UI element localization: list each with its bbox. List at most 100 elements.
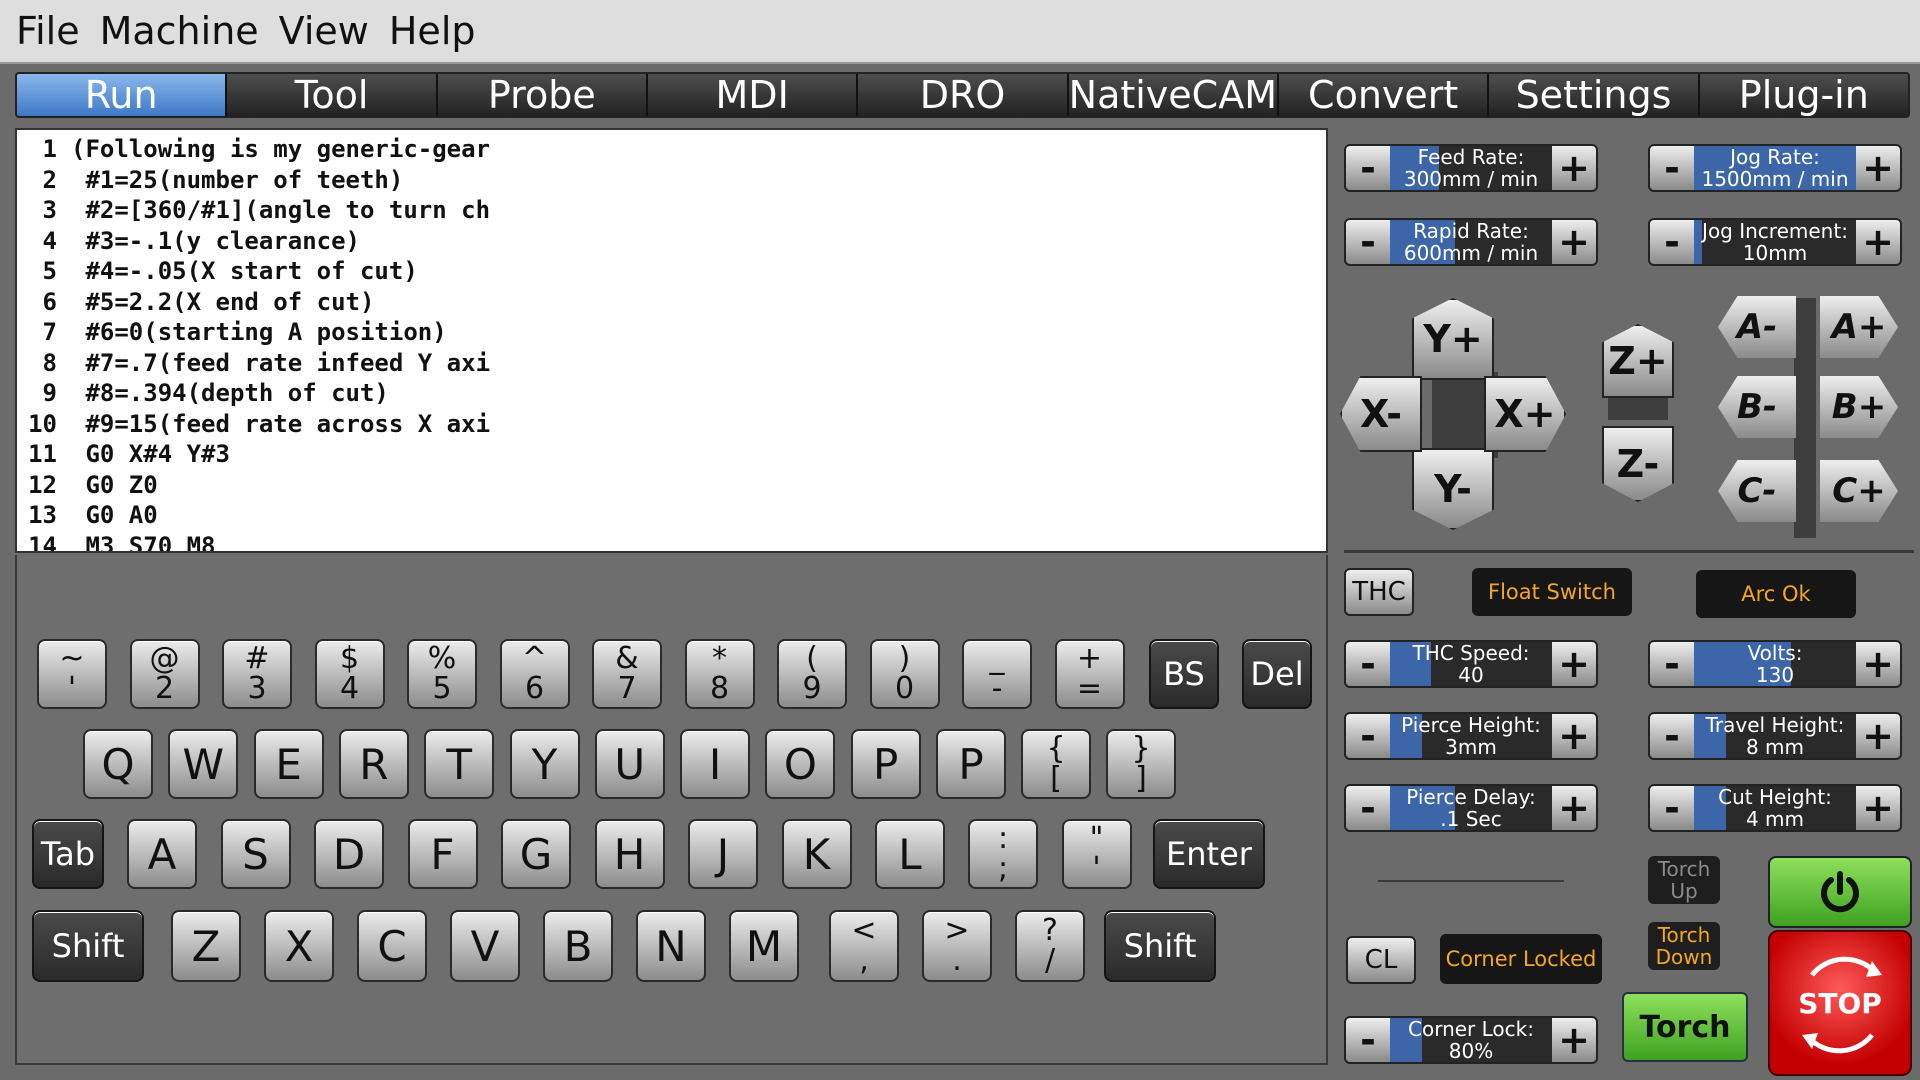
key-number[interactable]: ^ 6 [499,639,570,709]
tab-key[interactable]: Tab [32,819,104,889]
key-letter[interactable]: L [875,819,945,889]
key-letter[interactable]: C [357,910,427,982]
feed-rate-slider[interactable]: Feed Rate: 300mm / min [1390,146,1552,190]
key-letter[interactable]: G [501,819,571,889]
key-letter[interactable]: J [688,819,758,889]
jog-c-plus-button[interactable]: C+ [1820,460,1898,522]
tab-dro[interactable]: DRO [858,74,1069,116]
key-punctuation[interactable]: >. [922,910,992,982]
key-punctuation[interactable]: :; [968,819,1038,889]
jog-rate-plus-button[interactable]: + [1856,146,1900,190]
stop-button[interactable]: STOP [1768,930,1912,1076]
gcode-line[interactable]: 5 #4=-.05(X start of cut) [17,256,1326,287]
jog-rate-minus-button[interactable]: - [1650,146,1694,190]
key-number[interactable]: + = [1054,639,1125,709]
thc-speed-minus-button[interactable]: - [1346,642,1390,686]
jog-z-plus-button[interactable]: Z+ [1602,324,1674,398]
jog-y-minus-button[interactable]: Y- [1412,448,1494,530]
cut-height-slider[interactable]: Cut Height: 4 mm [1694,786,1856,830]
pierce-delay-plus-button[interactable]: + [1552,786,1596,830]
travel-height-plus-button[interactable]: + [1856,714,1900,758]
key-letter[interactable]: D [314,819,384,889]
volts-slider[interactable]: Volts: 130 [1694,642,1856,686]
jog-c-minus-button[interactable]: C- [1718,460,1796,522]
gcode-line[interactable]: 8 #7=.7(feed rate infeed Y axi [17,348,1326,379]
key-number[interactable]: & 7 [592,639,662,709]
menu-help[interactable]: Help [389,9,476,53]
key-letter[interactable]: I [680,729,751,799]
corner-lock-plus-button[interactable]: + [1552,1018,1596,1062]
key-number[interactable]: % 5 [407,639,477,709]
tab-probe[interactable]: Probe [437,74,648,116]
torch-button[interactable]: Torch [1622,992,1748,1062]
key-letter[interactable]: O [765,729,836,799]
pierce-height-minus-button[interactable]: - [1346,714,1390,758]
gcode-line[interactable]: 1 (Following is my generic-gear [17,134,1326,165]
key-number[interactable]: $4 [314,639,385,709]
pierce-height-slider[interactable]: Pierce Height: 3mm [1390,714,1552,758]
jog-z-minus-button[interactable]: Z- [1602,426,1674,502]
travel-height-minus-button[interactable]: - [1650,714,1694,758]
pierce-delay-slider[interactable]: Pierce Delay: .1 Sec [1390,786,1552,830]
menu-view[interactable]: View [279,9,369,53]
tab-settings[interactable]: Settings [1489,74,1700,116]
key-letter[interactable]: M [729,910,799,982]
key-number[interactable]: (9 [777,639,847,709]
gcode-line[interactable]: 13 G0 A0 [17,500,1326,531]
cut-height-minus-button[interactable]: - [1650,786,1694,830]
jog-a-minus-button[interactable]: A- [1718,296,1796,358]
jog-x-plus-button[interactable]: X+ [1484,376,1566,452]
tab-plugin[interactable]: Plug-in [1699,74,1908,116]
jog-b-minus-button[interactable]: B- [1718,376,1796,438]
tab-tool[interactable]: Tool [227,74,438,116]
key-letter[interactable]: X [264,910,334,982]
key-letter[interactable]: S [220,819,291,889]
gcode-line[interactable]: 4 #3=-.1(y clearance) [17,226,1326,257]
travel-height-slider[interactable]: Travel Height: 8 mm [1694,714,1856,758]
enter-key[interactable]: Enter [1153,819,1265,889]
rapid-rate-plus-button[interactable]: + [1552,220,1596,264]
key-number[interactable]: #3 [222,639,292,709]
key-number[interactable]: _ - [962,639,1032,709]
key-bracket[interactable]: {[ [1021,729,1091,799]
right-shift-key[interactable]: Shift [1104,910,1216,982]
key-letter[interactable]: K [781,819,852,889]
tab-convert[interactable]: Convert [1279,74,1490,116]
volts-plus-button[interactable]: + [1856,642,1900,686]
key-bracket[interactable]: }] [1106,729,1176,799]
key-letter[interactable]: Q [83,729,153,799]
jog-a-plus-button[interactable]: A+ [1820,296,1898,358]
pierce-delay-minus-button[interactable]: - [1346,786,1390,830]
cut-height-plus-button[interactable]: + [1856,786,1900,830]
jog-x-minus-button[interactable]: X- [1340,376,1422,452]
gcode-line[interactable]: 7 #6=0(starting A position) [17,317,1326,348]
key-number[interactable]: ) 0 [869,639,940,709]
key-letter[interactable]: F [407,819,478,889]
gcode-line[interactable]: 12 G0 Z0 [17,470,1326,501]
key-letter[interactable]: T [424,729,495,799]
key-punctuation[interactable]: " ' [1061,819,1132,889]
key-letter[interactable]: P [936,729,1006,799]
power-button[interactable] [1768,856,1912,928]
key-letter[interactable]: P [850,729,921,799]
key-letter[interactable]: R [338,729,409,799]
key-letter[interactable]: Z [171,910,241,982]
tab-run[interactable]: Run [17,74,228,116]
tab-mdi[interactable]: MDI [647,74,859,116]
key-number[interactable]: * 8 [684,639,755,709]
delete-key[interactable]: Del [1242,639,1312,709]
key-number[interactable]: @2 [129,639,200,709]
tab-nativecam[interactable]: NativeCAM [1068,74,1279,116]
menu-file[interactable]: File [16,9,80,53]
key-letter[interactable]: V [450,910,520,982]
key-letter[interactable]: H [594,819,665,889]
gcode-line[interactable]: 9 #8=.394(depth of cut) [17,378,1326,409]
key-letter[interactable]: W [168,729,239,799]
key-letter[interactable]: B [543,910,613,982]
gcode-line[interactable]: 11 G0 X#4 Y#3 [17,439,1326,470]
rapid-rate-slider[interactable]: Rapid Rate: 600mm / min [1390,220,1552,264]
jog-rate-slider[interactable]: Jog Rate: 1500mm / min [1694,146,1856,190]
key-punctuation[interactable]: <, [829,910,899,982]
gcode-line[interactable]: 3 #2=[360/#1](angle to turn ch [17,195,1326,226]
gcode-line[interactable]: 2 #1=25(number of teeth) [17,165,1326,196]
